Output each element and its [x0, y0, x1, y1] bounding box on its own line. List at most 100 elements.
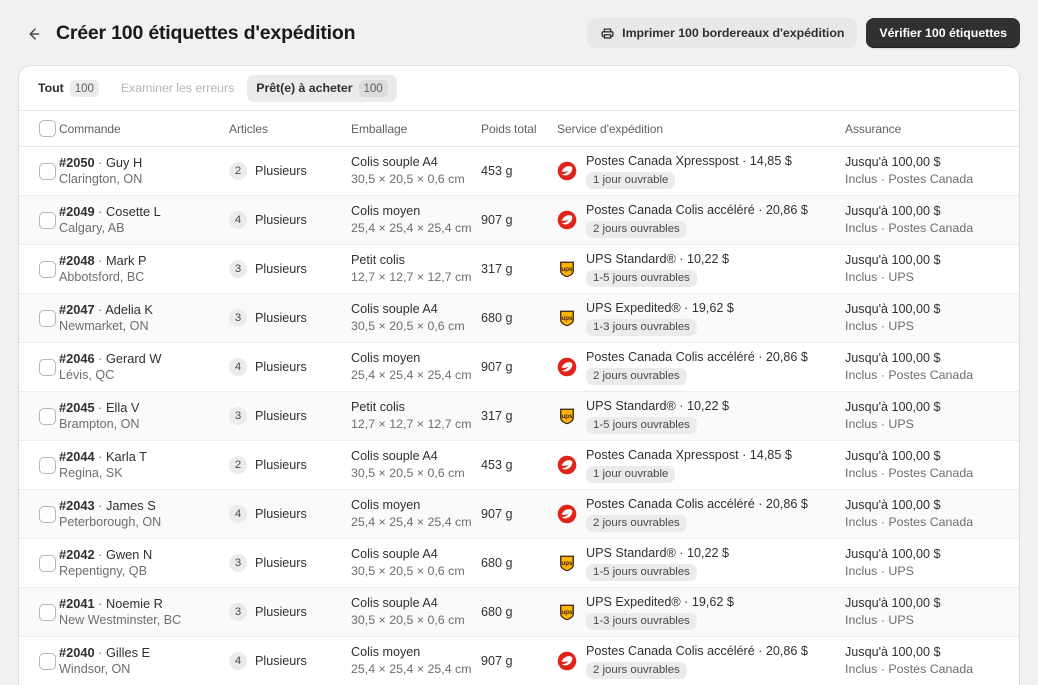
shipping-service-cell[interactable]: Postes Canada Xpresspost · 14,85 $ 1 jour… [557, 146, 845, 196]
order-cell: #2045 · Ella V Brampton, ON [59, 391, 229, 441]
order-cell: #2047 · Adelia K Newmarket, ON [59, 293, 229, 343]
row-checkbox[interactable] [39, 652, 56, 670]
service-eta-badge: 2 jours ouvrables [586, 221, 687, 238]
row-checkbox[interactable] [39, 554, 56, 572]
service-eta-badge: 1-3 jours ouvrables [586, 319, 697, 336]
order-city: Brampton, ON [59, 417, 140, 431]
table-row[interactable]: #2043 · James S Peterborough, ON 4 Plusieur… [19, 489, 1019, 539]
row-select-cell [19, 587, 59, 637]
tab-label: Examiner les erreurs [120, 81, 235, 95]
shipping-service-cell[interactable]: Postes Canada Colis accéléré · 20,86 $ 2 … [557, 195, 845, 245]
row-checkbox[interactable] [39, 407, 56, 425]
service-name: Postes Canada Xpresspost · 14,85 $ [586, 154, 792, 168]
order-cell: #2041 · Noemie R New Westminster, BC [59, 587, 229, 637]
packaging-dimensions: 30,5 × 20,5 × 0,6 cm [351, 172, 465, 186]
column-header-packaging: Emballage [351, 110, 481, 147]
table-row[interactable]: #2047 · Adelia K Newmarket, ON 3 Plusieurs C… [19, 293, 1019, 343]
back-arrow-icon[interactable] [22, 23, 44, 45]
tab-2[interactable]: Examiner les erreurs [112, 75, 243, 102]
row-checkbox[interactable] [39, 309, 56, 327]
row-select-cell [19, 342, 59, 392]
total-weight: 907 g [481, 360, 513, 374]
insurance-cell: Jusqu'à 100,00 $ Inclus · UPS [845, 391, 1019, 441]
packaging-cell: Colis moyen 25,4 × 25,4 × 25,4 cm [351, 195, 481, 245]
tab-1[interactable]: Tout 100 [29, 75, 108, 102]
packaging-dimensions: 25,4 × 25,4 × 25,4 cm [351, 368, 472, 382]
total-weight: 680 g [481, 556, 513, 570]
select-all-checkbox[interactable] [39, 120, 56, 137]
packaging-name: Colis moyen [351, 645, 421, 659]
items-cell: 2 Plusieurs [229, 146, 351, 196]
service-eta-badge: 2 jours ouvrables [586, 662, 687, 679]
shipping-service-cell[interactable]: ups UPS Expedited® · 19,62 $ 1-3 jours ouv… [557, 293, 845, 343]
items-cell: 3 Plusieurs [229, 587, 351, 637]
items-label: Plusieurs [255, 556, 307, 570]
packaging-cell: Colis souple A4 30,5 × 20,5 × 0,6 cm [351, 146, 481, 196]
row-checkbox[interactable] [39, 358, 56, 376]
print-packing-slips-button[interactable]: Imprimer 100 bordereaux d'expédition [587, 18, 858, 48]
row-checkbox[interactable] [39, 162, 56, 180]
shipping-service-cell[interactable]: Postes Canada Xpresspost · 14,85 $ 1 jour… [557, 440, 845, 490]
row-checkbox[interactable] [39, 211, 56, 229]
packaging-cell: Colis souple A4 30,5 × 20,5 × 0,6 cm [351, 293, 481, 343]
shipping-service-cell[interactable]: ups UPS Standard® · 10,22 $ 1-5 jours ouvr… [557, 391, 845, 441]
order-city: Windsor, ON [59, 662, 131, 676]
insurance-provider: Inclus · UPS [845, 319, 914, 333]
row-select-cell [19, 293, 59, 343]
row-checkbox[interactable] [39, 603, 56, 621]
page-header: Créer 100 étiquettes d'expédition Imprim… [0, 0, 1038, 66]
table-row[interactable]: #2046 · Gerard W Lévis, QC 4 Plusieurs Colis… [19, 342, 1019, 392]
insurance-amount: Jusqu'à 100,00 $ [845, 302, 941, 316]
order-city: Regina, SK [59, 466, 123, 480]
select-all-header [19, 110, 59, 147]
insurance-provider: Inclus · Postes Canada [845, 172, 974, 186]
insurance-cell: Jusqu'à 100,00 $ Inclus · UPS [845, 538, 1019, 588]
row-checkbox[interactable] [39, 260, 56, 278]
table-row[interactable]: #2040 · Gilles E Windsor, ON 4 Plusieurs Col… [19, 636, 1019, 685]
items-label: Plusieurs [255, 360, 307, 374]
table-row[interactable]: #2044 · Karla T Regina, SK 2 Plusieurs Colis… [19, 440, 1019, 490]
svg-text:ups: ups [561, 315, 573, 322]
packaging-name: Petit colis [351, 253, 405, 267]
packaging-dimensions: 30,5 × 20,5 × 0,6 cm [351, 319, 465, 333]
items-label: Plusieurs [255, 507, 307, 521]
insurance-provider: Inclus · Postes Canada [845, 515, 974, 529]
packaging-dimensions: 25,4 × 25,4 × 25,4 cm [351, 662, 472, 676]
shipping-service-cell[interactable]: ups UPS Standard® · 10,22 $ 1-5 jours ouvr… [557, 538, 845, 588]
table-row[interactable]: #2041 · Noemie R New Westminster, BC 3 Plus… [19, 587, 1019, 637]
verify-labels-button[interactable]: Vérifier 100 étiquettes [866, 18, 1020, 48]
shipping-service-cell[interactable]: Postes Canada Colis accéléré · 20,86 $ 2 … [557, 636, 845, 685]
total-weight: 907 g [481, 507, 513, 521]
svg-text:ups: ups [561, 413, 573, 420]
insurance-cell: Jusqu'à 100,00 $ Inclus · Postes Canada [845, 146, 1019, 196]
row-select-cell [19, 489, 59, 539]
table-row[interactable]: #2050 · Guy H Clarington, ON 2 Plusieurs Col… [19, 146, 1019, 196]
packaging-name: Colis souple A4 [351, 596, 438, 610]
printer-icon [600, 26, 615, 41]
insurance-cell: Jusqu'à 100,00 $ Inclus · Postes Canada [845, 489, 1019, 539]
items-cell: 4 Plusieurs [229, 342, 351, 392]
order-cell: #2049 · Cosette L Calgary, AB [59, 195, 229, 245]
row-checkbox[interactable] [39, 456, 56, 474]
tab-3[interactable]: Prêt(e) à acheter 100 [247, 74, 397, 102]
packaging-cell: Colis souple A4 30,5 × 20,5 × 0,6 cm [351, 538, 481, 588]
shipping-service-cell[interactable]: ups UPS Expedited® · 19,62 $ 1-3 jours ouv… [557, 587, 845, 637]
total-weight: 907 g [481, 213, 513, 227]
items-label: Plusieurs [255, 458, 307, 472]
shipping-service-cell[interactable]: Postes Canada Colis accéléré · 20,86 $ 2 … [557, 489, 845, 539]
insurance-amount: Jusqu'à 100,00 $ [845, 645, 941, 659]
items-count-badge: 3 [229, 407, 247, 425]
insurance-amount: Jusqu'à 100,00 $ [845, 204, 941, 218]
total-weight: 453 g [481, 164, 513, 178]
row-checkbox[interactable] [39, 505, 56, 523]
table-row[interactable]: #2042 · Gwen N Repentigny, QB 3 Plusieurs Co… [19, 538, 1019, 588]
shipping-service-cell[interactable]: ups UPS Standard® · 10,22 $ 1-5 jours ouvr… [557, 244, 845, 294]
table-row[interactable]: #2048 · Mark P Abbotsford, BC 3 Plusieurs Pe… [19, 244, 1019, 294]
weight-cell: 317 g [481, 244, 557, 294]
shipping-service-cell[interactable]: Postes Canada Colis accéléré · 20,86 $ 2 … [557, 342, 845, 392]
insurance-provider: Inclus · UPS [845, 564, 914, 578]
table-row[interactable]: #2045 · Ella V Brampton, ON 3 Plusieurs Peti… [19, 391, 1019, 441]
table-row[interactable]: #2049 · Cosette L Calgary, AB 4 Plusieurs Co… [19, 195, 1019, 245]
items-label: Plusieurs [255, 262, 307, 276]
order-city: Abbotsford, BC [59, 270, 145, 284]
